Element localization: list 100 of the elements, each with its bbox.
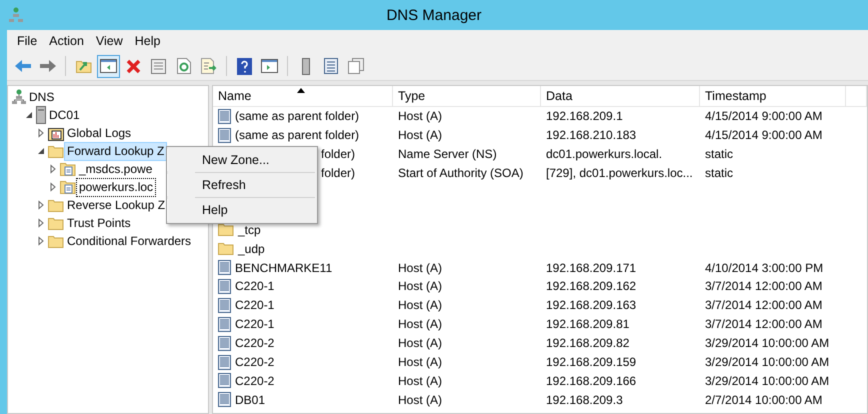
table-cell-text: Host (A)	[397, 109, 444, 124]
table-cell-text: Name Server (NS)	[397, 147, 498, 162]
tree-item[interactable]: DC01	[46, 106, 83, 124]
zone-icon	[60, 180, 76, 194]
menu-item[interactable]: New Zone...	[167, 149, 317, 171]
tree-item[interactable]: _msdcs.powe	[76, 160, 156, 178]
table-cell-text: Host (A)	[397, 128, 444, 142]
tree-item[interactable]: powerkurs.loc	[76, 178, 156, 196]
console-tree-icon	[100, 59, 117, 73]
sort-arrow-icon	[297, 88, 305, 93]
table-cell: C220-2	[213, 373, 393, 388]
record-icon	[218, 260, 231, 276]
refresh-icon	[176, 58, 190, 74]
table-cell-text: [729], dc01.powerkurs.loc...	[545, 166, 694, 180]
table-cell-text: 192.168.209.3	[545, 392, 624, 407]
record-icon	[218, 128, 231, 143]
app-icon	[9, 7, 23, 23]
table-cell-text: 192.168.209.166	[545, 374, 638, 388]
tree-item[interactable]: Global Logs	[64, 124, 134, 142]
table-cell-text: dc01.powerkurs.local.	[545, 147, 664, 162]
column-header[interactable]: Data	[541, 86, 700, 106]
column-header[interactable]: Timestamp	[700, 86, 846, 106]
menu-item[interactable]: Refresh	[167, 174, 317, 196]
menu-item[interactable]: File	[11, 34, 44, 48]
expand-arrow-icon[interactable]	[36, 200, 46, 210]
table-cell: C220-1	[213, 316, 393, 332]
expand-arrow-icon[interactable]	[36, 236, 46, 246]
table-cell: folder)	[321, 166, 356, 180]
tree-item[interactable]: Trust Points	[64, 214, 134, 232]
expand-arrow-icon[interactable]	[36, 218, 46, 228]
record-icon	[218, 108, 231, 124]
table-cell: C220-1	[213, 278, 393, 294]
folder-icon	[48, 198, 64, 212]
expand-arrow-icon[interactable]	[36, 128, 46, 138]
collapse-arrow-icon[interactable]	[24, 110, 34, 120]
list-icon	[324, 58, 338, 74]
table-cell: C220-1	[213, 298, 393, 313]
tree-item[interactable]: Forward Lookup Z	[64, 142, 168, 160]
table-cell-text: 3/29/2014 10:00:00 AM	[704, 336, 830, 350]
record-icon	[218, 373, 231, 388]
table-cell: _udp	[213, 242, 393, 256]
tree-item[interactable]: Reverse Lookup Z	[64, 196, 168, 214]
table-cell-text: 3/7/2014 12:00:00 AM	[704, 317, 824, 332]
table-cell: (same as parent folder)	[213, 128, 393, 143]
table-cell-text: 3/7/2014 12:00:00 AM	[704, 298, 824, 312]
column-header[interactable]: Name	[213, 86, 393, 106]
folder-up-icon	[76, 59, 92, 73]
table-cell: C220-2	[213, 336, 393, 351]
tree-item[interactable]: DNS	[26, 88, 58, 106]
window-title: DNS Manager	[386, 6, 483, 24]
expand-arrow-icon[interactable]	[48, 164, 58, 174]
menu-item[interactable]: Help	[128, 34, 166, 48]
table-cell-text: Host (A)	[397, 355, 444, 370]
record-icon	[218, 336, 231, 351]
table-cell-text: Host (A)	[397, 392, 444, 407]
expand-arrow-icon[interactable]	[48, 182, 58, 192]
record-icon	[218, 298, 231, 313]
tree-item[interactable]: Conditional Forwarders	[64, 232, 194, 250]
record-icon	[218, 392, 231, 408]
table-cell-text: 192.168.209.159	[545, 355, 638, 370]
action-pane-icon	[261, 59, 278, 73]
table-cell: BENCHMARKE11	[213, 260, 393, 276]
table-cell-text: Host (A)	[397, 260, 444, 275]
folder-icon	[218, 242, 234, 256]
table-cell: folder)	[321, 147, 356, 162]
export-list-icon	[200, 58, 216, 74]
folder-icon	[48, 144, 64, 158]
table-cell-text: 4/15/2014 9:00:00 AM	[704, 128, 824, 142]
table-cell-text: 3/7/2014 12:00:00 AM	[704, 279, 824, 294]
table-cell-text: static	[704, 166, 734, 180]
menu-item[interactable]: View	[90, 34, 129, 48]
toolbar-button[interactable]	[97, 54, 120, 78]
table-cell-text: 192.168.209.81	[545, 317, 630, 332]
help-icon	[237, 58, 252, 74]
table-cell-text: static	[704, 147, 734, 162]
table-cell-text: Start of Authority (SOA)	[397, 166, 524, 180]
menu-item[interactable]: Action	[43, 34, 90, 48]
table-cell-text: 192.168.209.162	[545, 279, 638, 294]
server-icon	[36, 106, 46, 124]
zone-icon	[60, 162, 76, 176]
table-cell: DB01	[213, 392, 393, 408]
table-cell-text: Host (A)	[397, 279, 444, 294]
table-cell: C220-2	[213, 354, 393, 370]
table-cell-text: 3/29/2014 10:00:00 AM	[704, 355, 830, 370]
folder-icon	[48, 234, 64, 248]
menu-item[interactable]: Help	[167, 199, 317, 221]
back-arrow-icon	[14, 59, 32, 73]
table-cell-text: 192.168.209.163	[545, 298, 638, 312]
forward-arrow-icon	[38, 59, 56, 73]
table-cell-text: 192.168.209.1	[545, 109, 624, 124]
table-cell-text: 3/29/2014 10:00:00 AM	[704, 374, 830, 388]
table-cell-text: 4/15/2014 9:00:00 AM	[704, 109, 824, 124]
properties-icon	[151, 58, 166, 74]
column-header[interactable]: Type	[393, 86, 541, 106]
network-icon	[12, 89, 26, 105]
table-cell-text: 192.168.210.183	[545, 128, 638, 142]
log-icon	[48, 126, 64, 140]
table-cell-text: 4/10/2014 3:00:00 PM	[704, 260, 824, 275]
record-icon	[218, 278, 231, 294]
collapse-arrow-icon[interactable]	[36, 146, 46, 156]
